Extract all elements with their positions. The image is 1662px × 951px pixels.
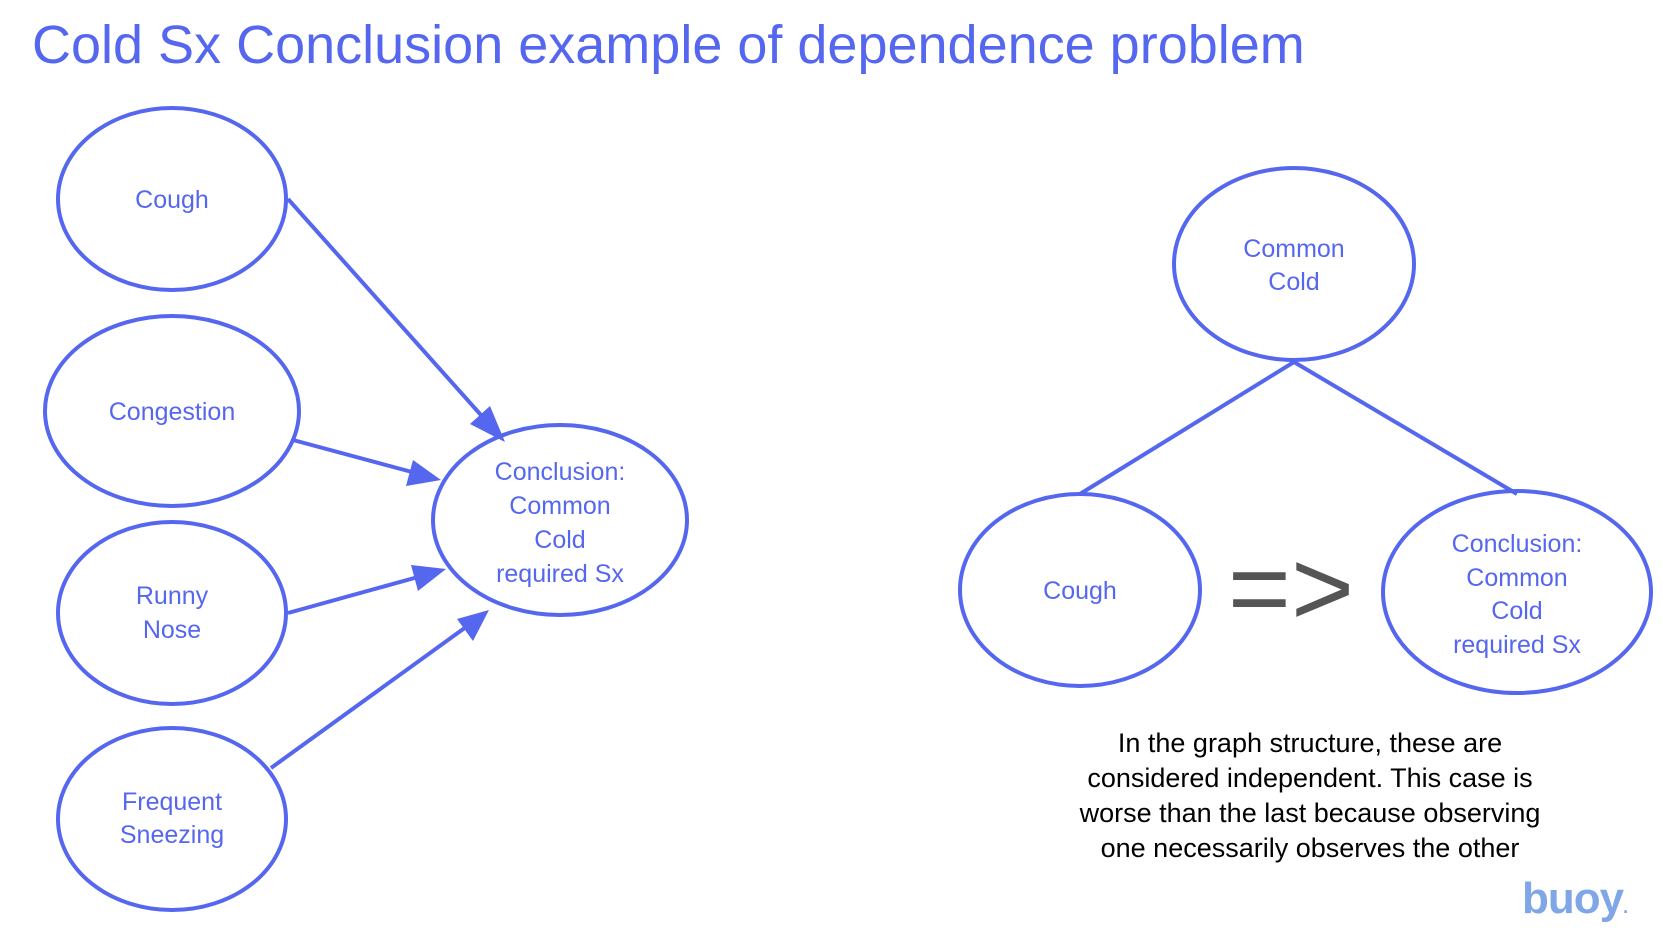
node-label-congestion: Congestion	[109, 398, 235, 426]
caption-line-4: one necessarily observes the other	[1100, 833, 1520, 863]
right-graph-edges	[1078, 360, 1519, 496]
node-label-cold: Cold	[1268, 268, 1319, 296]
arrowhead-sneezing	[457, 610, 489, 641]
node-runny-nose: Runny Nose	[56, 520, 288, 706]
edge-cough-to-conclusion	[286, 197, 499, 435]
edge-common-cold-to-cough	[1078, 360, 1296, 496]
node-label-conclusion-right-3: Cold	[1491, 597, 1542, 625]
caption: In the graph structure, these are consid…	[1020, 726, 1600, 866]
node-conclusion-left: Conclusion: Common Cold required Sx	[431, 423, 689, 617]
caption-line-3: worse than the last because observing	[1079, 798, 1541, 828]
caption-line-1: In the graph structure, these are	[1117, 728, 1503, 758]
logo-mark: .	[1623, 897, 1628, 917]
node-congestion: Congestion	[43, 314, 301, 508]
node-label-cough-right: Cough	[1043, 577, 1117, 605]
node-conclusion-right: Conclusion: Common Cold required Sx	[1381, 489, 1653, 695]
node-common-cold: Common Cold	[1172, 166, 1416, 362]
node-frequent-sneezing: Frequent Sneezing	[56, 726, 288, 912]
node-label-cough-left: Cough	[135, 186, 209, 214]
edge-common-cold-to-conclusion	[1292, 360, 1519, 496]
left-graph-edges	[269, 197, 505, 770]
node-label-nose: Nose	[143, 616, 201, 644]
node-label-common: Common	[1243, 235, 1344, 263]
node-label-conclusion-left-2: Common	[509, 492, 610, 520]
node-cough-left: Cough	[56, 106, 288, 292]
buoy-logo: buoy.	[1522, 874, 1628, 932]
node-label-conclusion-right-2: Common	[1466, 564, 1567, 592]
node-label-frequent: Frequent	[122, 788, 222, 816]
edge-runny-nose-to-conclusion	[287, 575, 419, 615]
node-cough-right: Cough	[958, 492, 1202, 688]
edge-congestion-to-conclusion	[292, 438, 413, 474]
arrowhead-congestion	[406, 460, 441, 486]
caption-line-2: considered independent. This case is	[1087, 763, 1533, 793]
logo-text: buoy	[1522, 874, 1624, 923]
arrowhead-runny-nose	[411, 565, 446, 591]
node-label-sneezing: Sneezing	[120, 821, 224, 849]
node-label-runny: Runny	[136, 582, 209, 610]
edge-sneezing-to-conclusion	[269, 625, 468, 770]
node-label-conclusion-right-1: Conclusion:	[1452, 530, 1583, 558]
node-label-conclusion-left-4: required Sx	[496, 560, 624, 588]
node-label-conclusion-left-1: Conclusion:	[495, 458, 626, 486]
node-label-conclusion-left-3: Cold	[534, 526, 585, 554]
node-label-conclusion-right-4: required Sx	[1453, 631, 1581, 659]
implies-symbol: =>	[1228, 527, 1354, 648]
